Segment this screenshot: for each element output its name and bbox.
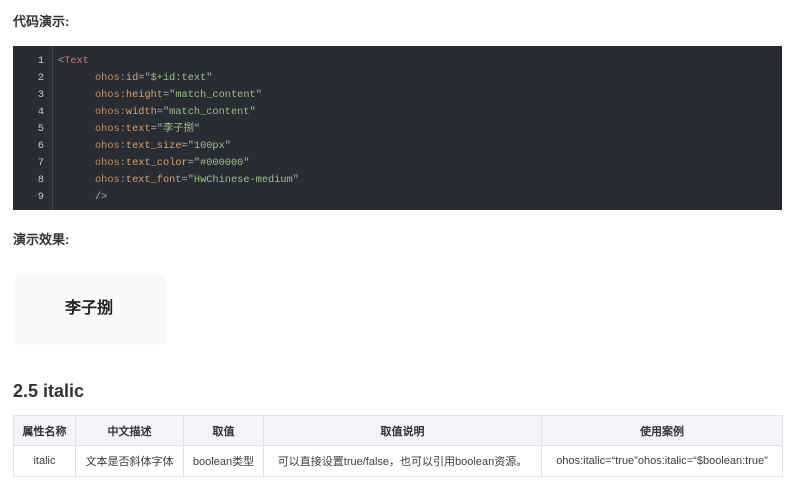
table-header-row: 属性名称 中文描述 取值 取值说明 使用案例 xyxy=(13,415,783,446)
code-token-punct: =" xyxy=(181,174,194,186)
code-token-string: match_content xyxy=(175,89,256,101)
section-title: 2.5 italic xyxy=(13,381,85,401)
code-line: ohos:text_color="#000000" xyxy=(58,155,782,172)
cell-attribute-name: italic xyxy=(13,445,76,477)
code-token-ns: ohos: xyxy=(95,140,126,152)
line-number: 7 xyxy=(37,157,44,169)
code-token-punct: " xyxy=(224,140,231,152)
code-token-punct: =" xyxy=(187,157,201,169)
code-line: /> xyxy=(58,189,782,206)
line-number: 1 xyxy=(37,55,44,67)
header-usage-example: 使用案例 xyxy=(541,415,783,446)
code-token-string: $+id:text xyxy=(150,72,207,84)
code-token-punct: =" xyxy=(181,140,194,152)
code-token-string: 100px xyxy=(193,140,225,152)
code-token-punct: =" xyxy=(150,123,163,135)
code-content: <Text ohos:id="$+id:text" ohos:height="mat… xyxy=(58,53,782,206)
demo-result-heading: 演示效果: xyxy=(13,232,70,247)
code-token-attr: text xyxy=(125,123,151,135)
code-token-ns: ohos: xyxy=(95,174,126,186)
demo-preview-text: 李子捌 xyxy=(65,300,114,317)
code-token-ns: ohos: xyxy=(95,89,126,101)
code-token-tag: Text xyxy=(64,55,89,67)
code-line: ohos:text_size="100px" xyxy=(58,138,782,155)
attribute-table: 属性名称 中文描述 取值 取值说明 使用案例 italic 文本是否斜体字体 b… xyxy=(13,415,783,477)
cell-usage-example: ohos:italic=“true”ohos:italic=“$boolean:… xyxy=(541,445,783,477)
code-line: ohos:text_font="HwChinese-medium" xyxy=(58,172,782,189)
code-token-ns: ohos: xyxy=(95,72,126,84)
code-token-punct: " xyxy=(206,72,213,84)
line-number: 8 xyxy=(37,174,44,186)
line-number: 5 xyxy=(37,123,44,135)
code-token-punct: " xyxy=(193,123,201,135)
code-line: <Text xyxy=(58,53,782,70)
code-token-string: #000000 xyxy=(200,157,244,169)
code-block: 123456789 <Text ohos:id="$+id:text" ohos:h… xyxy=(13,46,782,210)
code-token-ns: ohos: xyxy=(95,106,126,118)
code-line: ohos:height="match_content" xyxy=(58,87,782,104)
code-token-punct: =" xyxy=(156,106,170,118)
header-chinese-description: 中文描述 xyxy=(75,415,184,446)
code-token-punct: " xyxy=(249,106,256,118)
line-number: 2 xyxy=(37,72,44,84)
code-token-attr: text_size xyxy=(125,140,182,152)
code-token-punct: =" xyxy=(162,89,176,101)
line-number: 4 xyxy=(37,106,44,118)
line-number: 3 xyxy=(37,89,44,101)
cell-value: boolean类型 xyxy=(183,445,264,477)
code-token-attr: width xyxy=(125,106,157,118)
code-demo-heading: 代码演示: xyxy=(13,14,70,29)
header-attribute-name: 属性名称 xyxy=(13,415,76,446)
cell-chinese-description: 文本是否斜体字体 xyxy=(75,445,184,477)
code-token-attr: id xyxy=(125,72,139,84)
code-token-punct: " xyxy=(243,157,250,169)
header-value: 取值 xyxy=(183,415,264,446)
demo-preview-box: 李子捌 xyxy=(15,275,165,345)
code-token-attr: text_font xyxy=(125,174,182,186)
code-line: ohos:width="match_content" xyxy=(58,104,782,121)
code-token-ns: ohos: xyxy=(95,123,126,135)
code-token-ns: ohos: xyxy=(95,157,126,169)
code-token-punct: " xyxy=(255,89,262,101)
code-token-punct: /> xyxy=(95,191,108,203)
code-line: ohos:id="$+id:text" xyxy=(58,70,782,87)
line-number: 9 xyxy=(37,191,44,203)
line-number-gutter: 1 2 3 4 5 6 7 8 9 xyxy=(13,46,53,210)
line-number: 6 xyxy=(37,140,44,152)
code-token-string: 李子捌 xyxy=(162,123,194,135)
code-token-punct: =" xyxy=(138,72,151,84)
code-token-string: match_content xyxy=(169,106,250,118)
code-token-string: HwChinese-medium xyxy=(193,174,293,186)
code-token-punct: " xyxy=(292,174,299,186)
code-token-attr: height xyxy=(125,89,163,101)
code-token-attr: text_color xyxy=(125,157,188,169)
code-line: ohos:text="李子捌" xyxy=(58,121,782,138)
cell-value-description: 可以直接设置true/false，也可以引用boolean资源。 xyxy=(263,445,542,477)
header-value-description: 取值说明 xyxy=(263,415,542,446)
table-row: italic 文本是否斜体字体 boolean类型 可以直接设置true/fal… xyxy=(13,445,783,477)
